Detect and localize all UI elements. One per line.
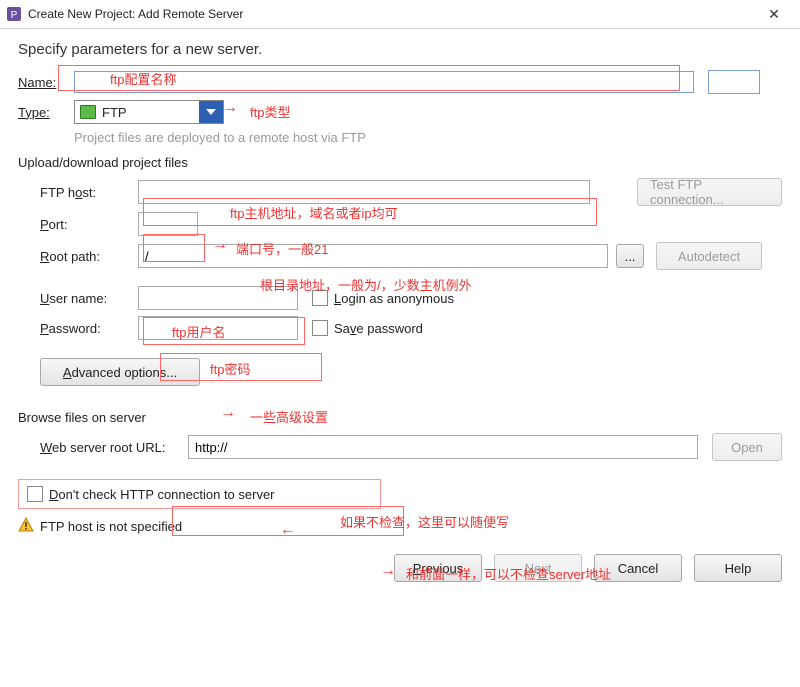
label-type: Type: xyxy=(18,105,74,120)
row-name: Name: xyxy=(18,70,782,94)
username-input[interactable] xyxy=(138,286,298,310)
port-input[interactable] xyxy=(138,212,198,236)
row-pass: Password: Save password xyxy=(18,316,782,340)
root-browse-button[interactable]: ... xyxy=(616,244,644,268)
save-password-checkbox[interactable] xyxy=(312,320,328,336)
warning-row: FTP host is not specified xyxy=(18,517,782,536)
login-anonymous-label: Login as anonymous xyxy=(334,291,454,306)
type-value: FTP xyxy=(102,105,199,120)
label-ftp-host: FTP host: xyxy=(18,185,138,200)
label-web-url: Web server root URL: xyxy=(18,440,188,455)
row-advanced: Advanced options... xyxy=(18,358,782,386)
dropdown-arrow-icon[interactable] xyxy=(199,101,223,123)
deploy-hint: Project files are deployed to a remote h… xyxy=(74,130,782,145)
warning-icon xyxy=(18,517,34,536)
previous-button[interactable]: Previous xyxy=(394,554,482,582)
web-url-input-right[interactable] xyxy=(418,435,698,459)
row-port: Port: xyxy=(18,212,782,236)
ftp-icon xyxy=(80,105,96,119)
section-upload-title: Upload/download project files xyxy=(18,155,782,170)
ftp-host-input[interactable] xyxy=(138,180,590,204)
label-root: Root path: xyxy=(18,249,138,264)
dialog-heading: Specify parameters for a new server. xyxy=(18,41,782,58)
label-port: Port: xyxy=(18,217,138,232)
row-root: Root path: ... Autodetect xyxy=(18,242,782,270)
help-button[interactable]: Help xyxy=(694,554,782,582)
login-anonymous-checkbox[interactable] xyxy=(312,290,328,306)
label-pass: Password: xyxy=(18,321,138,336)
title-bar: P Create New Project: Add Remote Server … xyxy=(0,0,800,29)
app-icon: P xyxy=(6,6,22,22)
save-password-label: Save password xyxy=(334,321,423,336)
row-type: Type: FTP xyxy=(18,100,782,124)
label-name: Name: xyxy=(18,75,74,90)
autodetect-button[interactable]: Autodetect xyxy=(656,242,762,270)
open-button[interactable]: Open xyxy=(712,433,782,461)
web-url-input[interactable] xyxy=(188,435,418,459)
next-button[interactable]: Next xyxy=(494,554,582,582)
cancel-button[interactable]: Cancel xyxy=(594,554,682,582)
dont-check-checkbox[interactable] xyxy=(27,486,43,502)
label-user: User name: xyxy=(18,291,138,306)
svg-text:P: P xyxy=(11,10,18,21)
section-browse-title: Browse files on server xyxy=(18,410,782,425)
dont-check-row: Don't check HTTP connection to server xyxy=(18,479,381,509)
row-user: User name: Login as anonymous xyxy=(18,286,782,310)
advanced-options-button[interactable]: Advanced options... xyxy=(40,358,200,386)
dont-check-label: Don't check HTTP connection to server xyxy=(49,487,275,502)
row-ftp-host: FTP host: Test FTP connection... xyxy=(18,178,782,206)
dialog-body: Specify parameters for a new server. Nam… xyxy=(0,29,800,600)
warning-text: FTP host is not specified xyxy=(40,519,182,534)
root-path-input[interactable] xyxy=(138,244,608,268)
row-web-url: Web server root URL: Open xyxy=(18,433,782,461)
footer-buttons: Previous Next Cancel Help xyxy=(18,546,782,588)
password-input[interactable] xyxy=(138,316,298,340)
name-input[interactable] xyxy=(74,71,694,93)
close-button[interactable]: ✕ xyxy=(754,6,794,23)
name-input-extra[interactable] xyxy=(708,70,760,94)
type-select[interactable]: FTP xyxy=(74,100,224,124)
test-ftp-button[interactable]: Test FTP connection... xyxy=(637,178,782,206)
window-title: Create New Project: Add Remote Server xyxy=(28,7,754,21)
